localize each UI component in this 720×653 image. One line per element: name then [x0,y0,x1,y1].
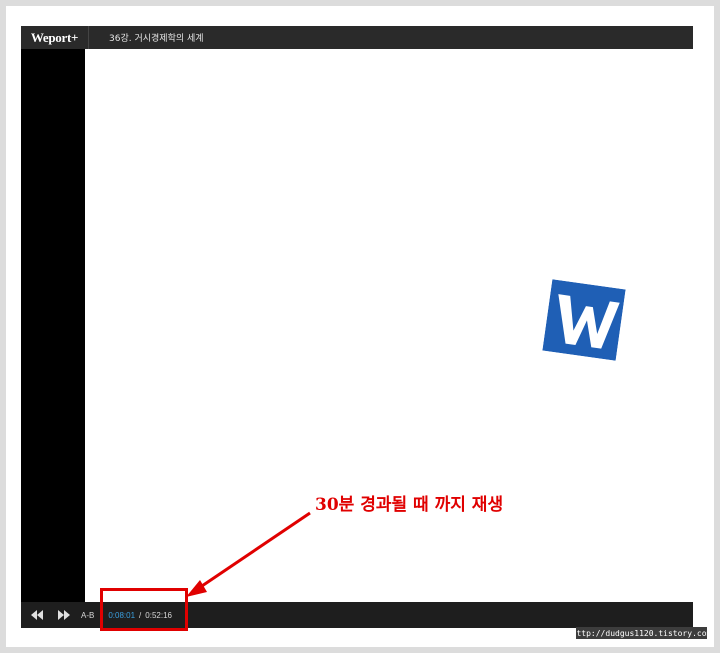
player-titlebar: Weport+ 36강. 거시경제학의 세계 [21,26,693,49]
rewind-icon [31,610,43,620]
blog-url-watermark: http://dudgus1120.tistory.com [571,627,712,639]
word-w-logo-icon [542,279,626,361]
left-black-panel [21,49,85,602]
red-highlight-box [100,588,188,631]
lecture-title: 36강. 거시경제학의 세계 [109,34,204,44]
fast-forward-icon [58,610,70,620]
annotation-text: 30분 경과될 때 까지 재생 [315,495,504,515]
video-area[interactable] [85,49,693,602]
rewind-button[interactable] [26,604,48,626]
ab-repeat-button[interactable]: A-B [81,611,94,620]
video-player: Weport+ 36강. 거시경제학의 세계 A-B 0:08:01 / 0:5… [21,26,693,628]
weport-logo: Weport+ [30,29,79,45]
fast-forward-button[interactable] [53,604,75,626]
